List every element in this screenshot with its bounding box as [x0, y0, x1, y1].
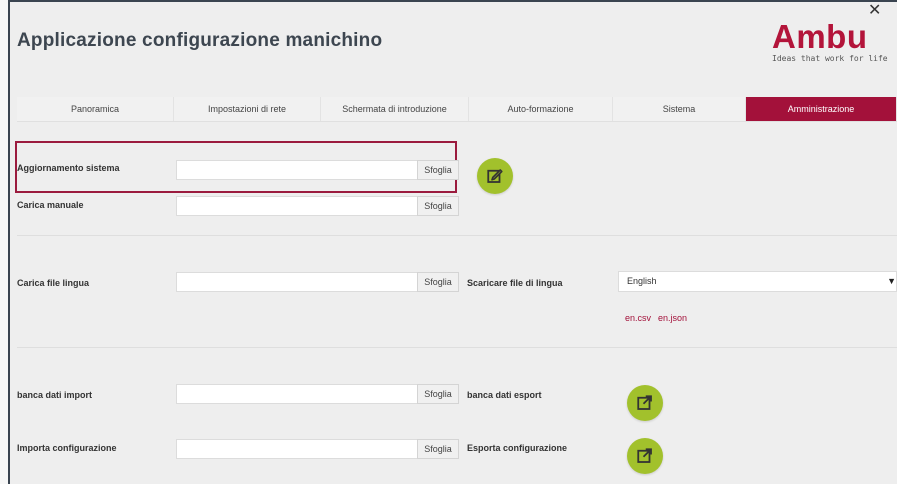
section-divider: [17, 347, 897, 348]
db-export-label: banca dati esport: [467, 390, 542, 400]
page-title: Applicazione configurazione manichino: [17, 30, 383, 51]
logo-tagline: Ideas that work for life: [772, 54, 888, 63]
chevron-down-icon: ▼: [887, 276, 896, 286]
close-icon[interactable]: ✕: [868, 0, 881, 20]
tab-auto-formazione[interactable]: Auto-formazione: [469, 97, 613, 121]
db-import-input[interactable]: Sfoglia: [176, 384, 459, 404]
db-export-button[interactable]: [627, 385, 663, 421]
section-divider: [17, 235, 897, 236]
language-upload-browse-button[interactable]: Sfoglia: [417, 272, 459, 292]
tab-amministrazione[interactable]: Amministrazione: [746, 97, 897, 121]
tab-impostazioni-rete[interactable]: Impostazioni di rete: [174, 97, 321, 121]
db-import-label: banca dati import: [17, 390, 93, 400]
system-update-browse-button[interactable]: Sfoglia: [417, 160, 459, 180]
language-upload-input[interactable]: Sfoglia: [176, 272, 459, 292]
link-en-json[interactable]: en.json: [658, 313, 687, 323]
tab-schermata-introduzione[interactable]: Schermata di introduzione: [321, 97, 469, 121]
language-select-value: English: [627, 276, 657, 286]
manual-upload-browse-button[interactable]: Sfoglia: [417, 196, 459, 216]
system-update-label: Aggiornamento sistema: [17, 163, 120, 173]
system-update-action-button[interactable]: [477, 158, 513, 194]
config-import-input[interactable]: Sfoglia: [176, 439, 459, 459]
config-export-button[interactable]: [627, 438, 663, 474]
tab-bar: Panoramica Impostazioni di rete Schermat…: [17, 97, 897, 122]
logo-text: Ambu: [772, 18, 868, 55]
system-update-input[interactable]: Sfoglia: [176, 160, 459, 180]
manual-upload-label: Carica manuale: [17, 200, 84, 210]
config-import-browse-button[interactable]: Sfoglia: [417, 439, 459, 459]
db-import-browse-button[interactable]: Sfoglia: [417, 384, 459, 404]
tab-panoramica[interactable]: Panoramica: [17, 97, 174, 121]
edit-icon: [487, 169, 503, 183]
app-window: [8, 0, 897, 484]
external-link-icon: [637, 448, 652, 463]
tab-sistema[interactable]: Sistema: [613, 97, 746, 121]
external-link-icon: [637, 395, 652, 410]
manual-upload-input[interactable]: Sfoglia: [176, 196, 459, 216]
ambu-logo: Ambu Ideas that work for life: [760, 18, 897, 70]
language-download-label: Scaricare file di lingua: [467, 278, 563, 288]
config-import-label: Importa configurazione: [17, 443, 117, 453]
language-upload-label: Carica file lingua: [17, 278, 90, 288]
config-export-label: Esporta configurazione: [467, 443, 568, 453]
language-select[interactable]: English ▼: [618, 271, 897, 292]
link-en-csv[interactable]: en.csv: [625, 313, 651, 323]
